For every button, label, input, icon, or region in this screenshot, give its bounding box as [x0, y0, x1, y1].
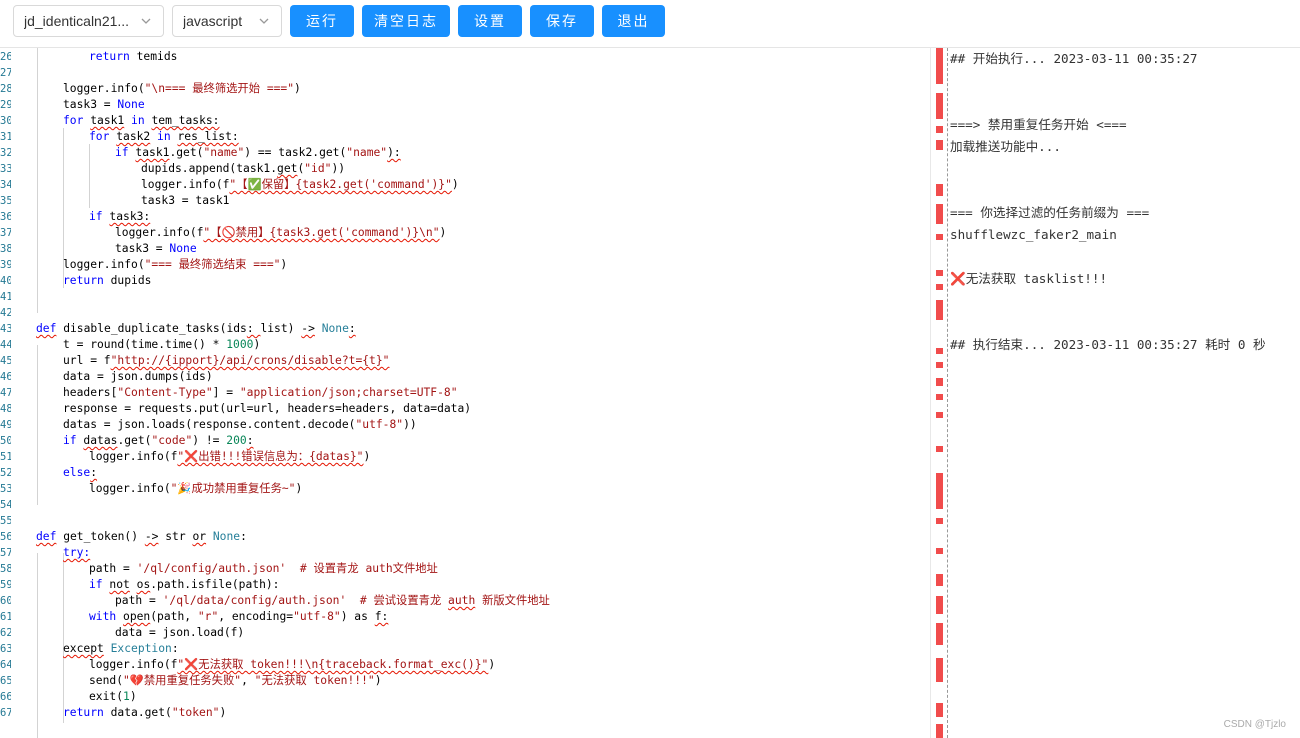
line-number: 37	[0, 227, 11, 239]
line-number: 43	[0, 323, 11, 335]
line-number: 49	[0, 419, 11, 431]
line-number: 61	[0, 611, 11, 623]
line-number: 32	[0, 147, 11, 159]
language-select-value: javascript	[183, 13, 243, 29]
log-error-line: ❌无法获取 tasklist!!!	[950, 268, 1107, 290]
clear-log-button[interactable]: 清空日志	[362, 5, 450, 37]
line-number: 31	[0, 131, 11, 143]
x-mark-icon: ❌	[950, 271, 966, 286]
error-marker	[936, 184, 943, 196]
line-number: 44	[0, 339, 11, 351]
log-error-text: 无法获取 tasklist!!!	[965, 271, 1108, 286]
panel-divider[interactable]	[947, 48, 948, 738]
line-number: 33	[0, 163, 11, 175]
chevron-down-icon	[257, 14, 271, 28]
line-number: 46	[0, 371, 11, 383]
indent-guide	[37, 48, 38, 313]
error-marker	[936, 48, 943, 84]
line-number: 64	[0, 659, 11, 671]
log-line: 加载推送功能中...	[950, 139, 1061, 154]
line-number: 59	[0, 579, 11, 591]
error-marker	[936, 204, 943, 224]
exit-button[interactable]: 退出	[602, 5, 665, 37]
line-number: 34	[0, 179, 11, 191]
error-marker	[936, 724, 943, 738]
run-button[interactable]: 运行	[290, 5, 354, 37]
line-number: 65	[0, 675, 11, 687]
language-select[interactable]: javascript	[172, 5, 282, 37]
error-marker	[936, 270, 943, 276]
indent-guide	[63, 553, 64, 723]
line-number: 42	[0, 307, 11, 319]
settings-button[interactable]: 设置	[458, 5, 522, 37]
line-number: 67	[0, 707, 11, 719]
error-marker	[936, 93, 943, 119]
line-number: 53	[0, 483, 11, 495]
indent-guide	[89, 144, 90, 208]
chevron-down-icon	[139, 14, 153, 28]
indent-guide	[37, 553, 38, 738]
log-line: shufflewzc_faker2_main	[950, 227, 1117, 242]
log-line: ## 执行结束... 2023-03-11 00:35:27 耗时 0 秒	[950, 337, 1266, 352]
script-select[interactable]: jd_identicaln21...	[13, 5, 164, 37]
line-number: 27	[0, 67, 11, 79]
line-number: 58	[0, 563, 11, 575]
log-line: === 你选择过滤的任务前缀为 ===	[950, 205, 1150, 220]
line-number: 45	[0, 355, 11, 367]
error-marker	[936, 703, 943, 717]
line-number: 41	[0, 291, 11, 303]
line-number: 40	[0, 275, 11, 287]
line-number: 50	[0, 435, 11, 447]
error-marker	[936, 126, 943, 133]
script-select-value: jd_identicaln21...	[24, 13, 130, 29]
line-number: 30	[0, 115, 11, 127]
watermark: CSDN @Tjzlo	[1223, 719, 1286, 730]
error-marker	[936, 658, 943, 682]
line-number: 62	[0, 627, 11, 639]
line-number: 47	[0, 387, 11, 399]
log-line: ===> 禁用重复任务开始 <===	[950, 117, 1127, 132]
line-number: 38	[0, 243, 11, 255]
line-number: 55	[0, 515, 11, 527]
error-marker	[936, 446, 943, 452]
error-marker	[936, 548, 943, 554]
line-number: 26	[0, 51, 11, 63]
error-marker	[936, 623, 943, 645]
line-number: 52	[0, 467, 11, 479]
error-marker	[936, 473, 943, 509]
error-marker	[936, 140, 943, 150]
line-number: 60	[0, 595, 11, 607]
line-number: 66	[0, 691, 11, 703]
save-button[interactable]: 保存	[530, 5, 594, 37]
error-marker	[936, 394, 943, 400]
line-number: 56	[0, 531, 11, 543]
error-marker	[936, 378, 943, 386]
error-marker	[936, 300, 943, 320]
line-number: 39	[0, 259, 11, 271]
line-number: 57	[0, 547, 11, 559]
line-number: 51	[0, 451, 11, 463]
error-marker	[936, 596, 943, 614]
log-panel: ## 开始执行... 2023-03-11 00:35:27 ===> 禁用重复…	[950, 48, 1300, 738]
toolbar: jd_identicaln21... javascript 运行 清空日志 设置…	[0, 0, 1300, 48]
error-marker	[936, 518, 943, 524]
code-editor[interactable]: 26 27 28 29 30 31 32 33 34 35 36 37 38 39 40 41 42 43 44 45…	[0, 48, 930, 738]
error-marker	[936, 412, 943, 418]
log-line: ## 开始执行... 2023-03-11 00:35:27	[950, 51, 1198, 66]
line-number: 28	[0, 83, 11, 95]
line-number: 48	[0, 403, 11, 415]
line-number: 54	[0, 499, 11, 511]
error-marker	[936, 348, 943, 354]
line-number: 63	[0, 643, 11, 655]
error-marker	[936, 574, 943, 586]
line-number: 35	[0, 195, 11, 207]
error-marker	[936, 234, 943, 240]
error-marker	[936, 362, 943, 368]
line-number: 36	[0, 211, 11, 223]
line-number: 29	[0, 99, 11, 111]
error-marker	[936, 284, 943, 290]
indent-guide	[37, 345, 38, 505]
